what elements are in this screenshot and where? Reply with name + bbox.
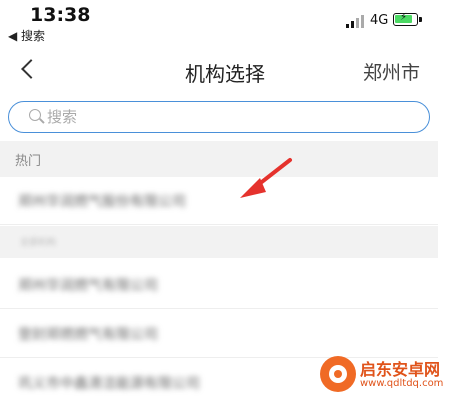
list-item[interactable]: 郑州华润燃气有限公司 [0, 262, 438, 309]
signal-icon [346, 14, 364, 28]
list-item-label: 郑州华润燃气股份有限公司 [18, 194, 186, 210]
status-bar: 13:38 ◀ 搜索 4G ⚡ [0, 0, 450, 44]
network-type: 4G [370, 13, 389, 28]
search-input[interactable] [47, 107, 407, 127]
list-item[interactable]: 登封郑燃燃气有限公司 [0, 311, 438, 358]
back-to-app-link[interactable]: ◀ 搜索 [8, 27, 45, 44]
watermark-url: www.qdltdq.com [360, 378, 444, 389]
section-header-hot: 热门 [0, 141, 438, 177]
list-item-label: 郑州华润燃气有限公司 [18, 278, 158, 294]
list-item-label: 巩义市中鑫清洁能源有限公司 [18, 376, 200, 392]
watermark-name: 启东安卓网 [360, 360, 441, 379]
section-label-all: 全部机构 [20, 238, 57, 248]
section-label-hot: 热门 [15, 154, 42, 169]
watermark: 启东安卓网 www.qdltdq.com [318, 354, 446, 394]
battery-cap [419, 17, 422, 22]
watermark-logo-icon [320, 356, 356, 392]
list-item-label: 登封郑燃燃气有限公司 [18, 327, 158, 343]
status-time: 13:38 [30, 4, 91, 26]
search-bar[interactable] [8, 101, 430, 133]
section-header-all: 全部机构 [0, 226, 438, 258]
search-icon [29, 109, 45, 124]
nav-bar: 机构选择 郑州市 [0, 44, 450, 98]
battery-charging-icon: ⚡ [393, 12, 418, 26]
red-arrow-icon [240, 158, 292, 198]
city-selector[interactable]: 郑州市 [363, 58, 420, 85]
list-item[interactable]: 郑州华润燃气股份有限公司 [0, 178, 438, 225]
